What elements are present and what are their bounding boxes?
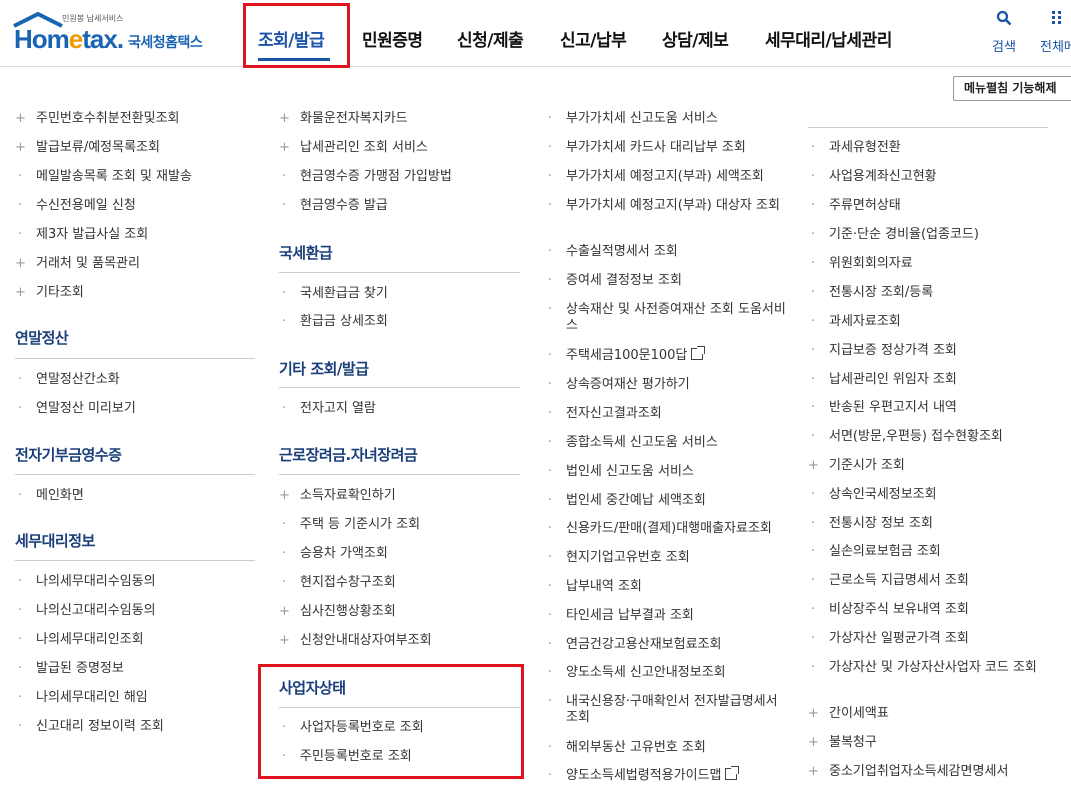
grid-menu-icon xyxy=(1051,11,1061,24)
section-title-other-inquiry: 기타 조회/발급 xyxy=(279,360,369,378)
external-link-icon xyxy=(691,346,706,360)
nav-civil-certificate[interactable]: 민원증명 xyxy=(362,26,423,51)
divider xyxy=(15,560,255,561)
top-header: 민원봉 납세서비스 Hometax. 국세청홈택스 조회/발급 민원증명 신청/… xyxy=(0,0,1071,67)
nav-tax-agent[interactable]: 세무대리/납세관리 xyxy=(765,26,892,51)
highlight-box-nav xyxy=(243,3,350,68)
divider xyxy=(279,387,520,388)
section-title-donation-receipt: 전자기부금영수증 xyxy=(15,446,122,464)
logo-korean-name: 국세청홈택스 xyxy=(128,35,203,51)
logo-wordmark: Hometax. xyxy=(14,24,124,54)
search-button[interactable]: 검색 xyxy=(992,10,1016,55)
section-title-tax-agent-info: 세무대리정보 xyxy=(15,532,95,550)
full-menu-label: 전체메 xyxy=(1040,40,1071,55)
divider xyxy=(808,127,1048,128)
menu-fold-toggle-button[interactable]: 메뉴펼침 기능해제 xyxy=(953,76,1071,101)
divider xyxy=(279,272,520,273)
highlight-box-business-status xyxy=(258,664,524,779)
search-icon xyxy=(996,10,1012,26)
divider xyxy=(15,474,255,475)
hometax-logo[interactable]: 민원봉 납세서비스 Hometax. 국세청홈택스 xyxy=(12,12,222,54)
search-label: 검색 xyxy=(992,40,1016,55)
section-title-tax-refund: 국세환급 xyxy=(279,244,333,262)
logo-subtitle: 민원봉 납세서비스 xyxy=(62,14,124,23)
divider xyxy=(279,474,520,475)
section-title-year-end-settlement: 연말정산 xyxy=(15,329,69,347)
external-link-icon xyxy=(725,766,740,780)
full-menu-button[interactable]: 전체메 xyxy=(1040,10,1071,55)
nav-apply-submit[interactable]: 신청/제출 xyxy=(457,26,524,51)
nav-consult-report[interactable]: 상담/제보 xyxy=(662,26,729,51)
nav-report-pay[interactable]: 신고/납부 xyxy=(560,26,627,51)
divider xyxy=(15,358,255,359)
section-title-incentive: 근로장려금.자녀장려금 xyxy=(279,446,418,464)
